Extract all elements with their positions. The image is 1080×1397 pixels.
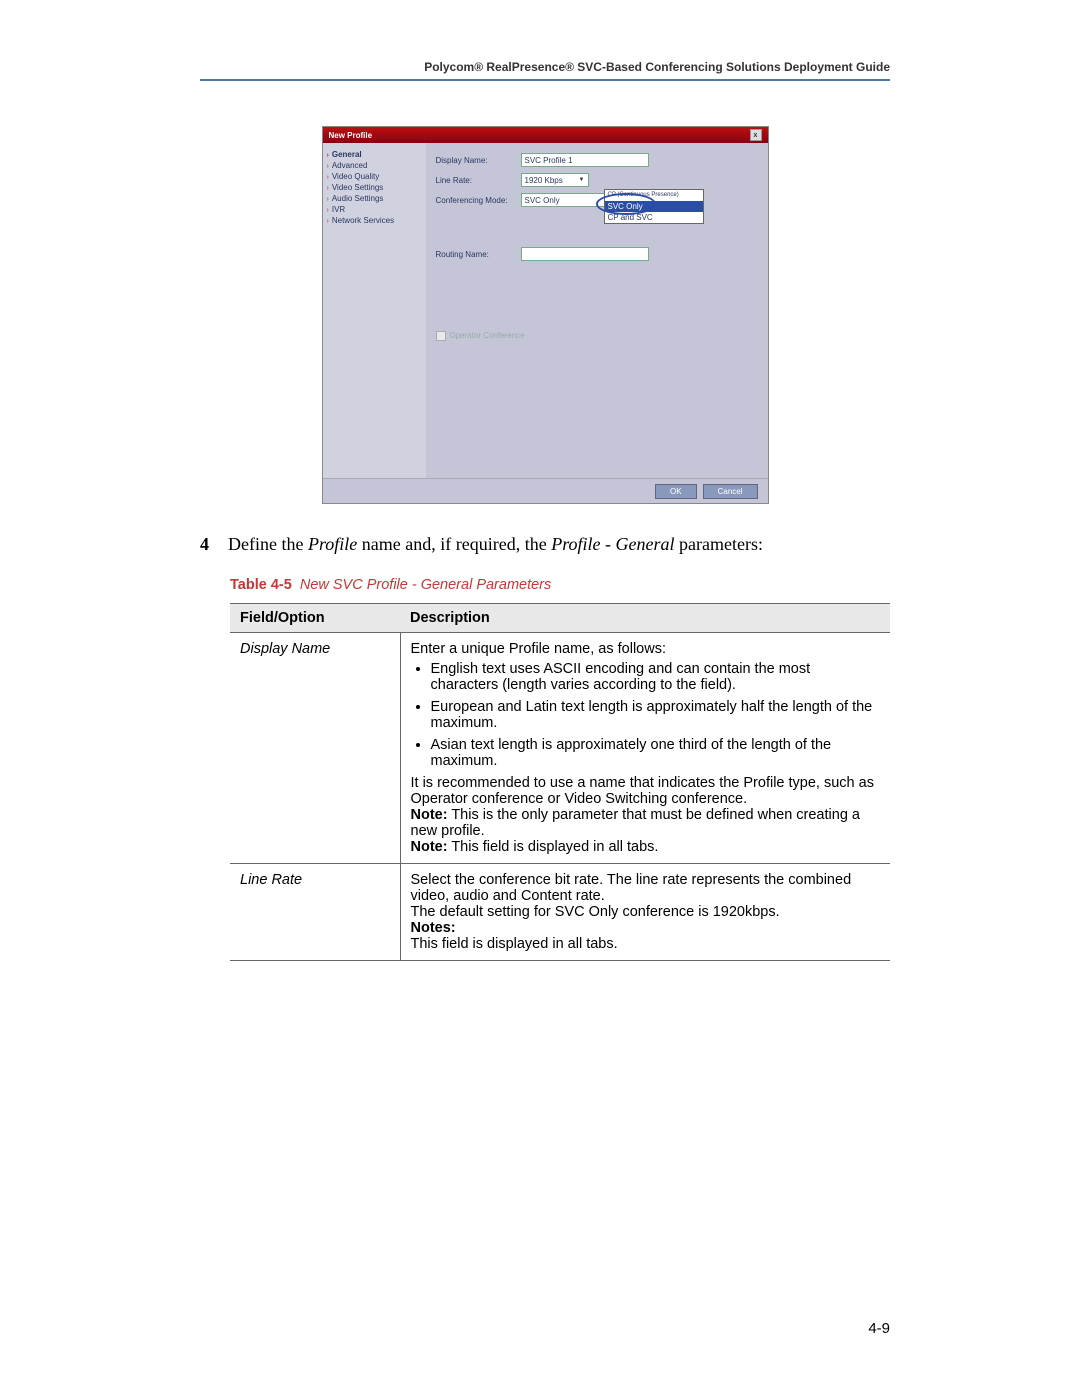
- dropdown-option[interactable]: CP (Continuous Presence): [605, 190, 703, 201]
- nav-video-settings[interactable]: ›Video Settings: [327, 182, 422, 193]
- step-text: Define the Profile name and, if required…: [228, 534, 763, 555]
- label-conf-mode: Conferencing Mode:: [436, 196, 521, 205]
- ok-button[interactable]: OK: [655, 484, 697, 499]
- screenshot-dialog: New Profile x ›General ›Advanced ›Video …: [322, 126, 769, 504]
- nav-general[interactable]: ›General: [327, 149, 422, 160]
- table-caption: Table 4-5 New SVC Profile - General Para…: [230, 577, 890, 593]
- page-number: 4-9: [868, 1320, 890, 1337]
- field-name: Line Rate: [230, 864, 400, 961]
- dialog-titlebar: New Profile x: [323, 127, 768, 143]
- page-header: Polycom® RealPresence® SVC-Based Confere…: [200, 60, 890, 74]
- conf-mode-dropdown[interactable]: CP (Continuous Presence) SVC Only CP and…: [604, 189, 704, 224]
- label-display-name: Display Name:: [436, 156, 521, 165]
- step-4: 4 Define the Profile name and, if requir…: [200, 534, 890, 555]
- label-routing-name: Routing Name:: [436, 250, 521, 259]
- col-description: Description: [400, 604, 890, 633]
- divider: [200, 79, 890, 81]
- label-line-rate: Line Rate:: [436, 176, 521, 185]
- step-number: 4: [200, 534, 210, 555]
- field-name: Display Name: [230, 633, 400, 864]
- nav-ivr[interactable]: ›IVR: [327, 204, 422, 215]
- nav-network[interactable]: ›Network Services: [327, 215, 422, 226]
- input-display-name[interactable]: SVC Profile 1: [521, 153, 649, 167]
- table-row: Display Name Enter a unique Profile name…: [230, 633, 890, 864]
- col-field: Field/Option: [230, 604, 400, 633]
- dialog-buttons: OK Cancel: [323, 478, 768, 503]
- parameters-table: Field/Option Description Display Name En…: [230, 603, 890, 961]
- dialog-nav: ›General ›Advanced ›Video Quality ›Video…: [323, 143, 426, 478]
- input-routing-name[interactable]: [521, 247, 649, 261]
- field-description: Enter a unique Profile name, as follows:…: [400, 633, 890, 864]
- close-icon[interactable]: x: [750, 129, 762, 141]
- dialog-form: Display Name: SVC Profile 1 Line Rate: 1…: [426, 143, 768, 478]
- nav-video-quality[interactable]: ›Video Quality: [327, 171, 422, 182]
- field-description: Select the conference bit rate. The line…: [400, 864, 890, 961]
- nav-audio-settings[interactable]: ›Audio Settings: [327, 193, 422, 204]
- select-line-rate[interactable]: 1920 Kbps▼: [521, 173, 589, 187]
- table-row: Line Rate Select the conference bit rate…: [230, 864, 890, 961]
- checkbox-operator-conf[interactable]: Operator Conference: [436, 331, 758, 341]
- dropdown-option-selected[interactable]: SVC Only: [605, 201, 703, 212]
- chevron-down-icon: ▼: [579, 177, 585, 183]
- nav-advanced[interactable]: ›Advanced: [327, 160, 422, 171]
- cancel-button[interactable]: Cancel: [703, 484, 758, 499]
- dropdown-option[interactable]: CP and SVC: [605, 212, 703, 223]
- dialog-title: New Profile: [329, 131, 373, 140]
